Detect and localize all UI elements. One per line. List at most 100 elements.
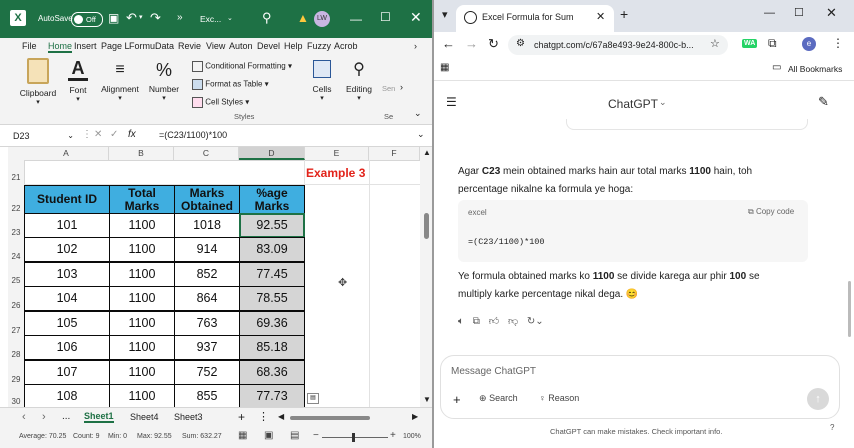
chrome-menu-icon[interactable]: ⋮ xyxy=(832,36,844,50)
all-bookmarks-folder-icon[interactable]: ▭ xyxy=(772,62,781,73)
percentage-cell[interactable]: 85.18 xyxy=(239,335,305,360)
browser-minimize-icon[interactable]: — xyxy=(764,7,775,19)
bookmark-star-icon[interactable]: ☆ xyxy=(710,37,720,50)
title-dropdown-icon[interactable]: ⌄ xyxy=(227,14,233,22)
add-sheet-icon[interactable]: + xyxy=(238,410,245,424)
message-input[interactable]: Message ChatGPT xyxy=(451,366,536,377)
sheet-tab[interactable]: Sheet4 xyxy=(130,412,159,422)
new-chat-icon[interactable]: ✎ xyxy=(818,94,829,110)
table-cell[interactable]: 763 xyxy=(174,311,240,336)
new-tab-icon[interactable]: + xyxy=(620,6,628,22)
row-header[interactable]: 28 xyxy=(8,350,24,359)
percentage-cell[interactable]: 69.36 xyxy=(239,311,305,336)
regenerate-icon[interactable]: ↻⌄ xyxy=(527,316,544,327)
minimize-icon[interactable]: — xyxy=(350,12,362,26)
scroll-up-icon[interactable]: ▲ xyxy=(423,148,431,157)
close-tab-icon[interactable]: ✕ xyxy=(596,10,605,23)
scroll-thumb[interactable] xyxy=(424,213,429,239)
column-header[interactable]: F xyxy=(369,147,420,160)
undo-dropdown-icon[interactable]: ▾ xyxy=(139,13,143,21)
table-cell[interactable]: 752 xyxy=(174,360,240,385)
table-cell[interactable]: 1100 xyxy=(109,384,175,408)
prev-sheet-icon[interactable]: ‹ xyxy=(22,411,26,423)
sensitivity-label[interactable]: Sen xyxy=(382,84,395,93)
tab-developer[interactable]: Devel xyxy=(257,41,280,51)
reason-button[interactable]: ♀ Reason xyxy=(539,393,579,403)
row-header[interactable]: 26 xyxy=(8,301,24,310)
header-marks-obtained[interactable]: Marks Obtained xyxy=(174,185,240,214)
page-layout-view-icon[interactable]: ▣ xyxy=(264,430,273,441)
browser-maximize-icon[interactable]: ☐ xyxy=(794,6,804,19)
save-icon[interactable]: ▣ xyxy=(108,11,119,25)
tab-help[interactable]: Help xyxy=(284,41,303,51)
row-header[interactable]: 24 xyxy=(8,252,24,261)
column-header[interactable]: B xyxy=(109,147,174,160)
table-cell[interactable]: 105 xyxy=(24,311,110,336)
redo-icon[interactable]: ↷ xyxy=(150,10,161,26)
table-cell[interactable]: 1100 xyxy=(109,213,175,238)
percentage-cell[interactable]: 92.55 xyxy=(239,213,305,238)
more-sheets-icon[interactable]: ... xyxy=(62,411,70,422)
whatsapp-extension-icon[interactable]: WA xyxy=(742,39,758,48)
file-title[interactable]: Exc... xyxy=(200,14,221,24)
tab-formulas[interactable]: Formu xyxy=(129,41,155,51)
all-bookmarks[interactable]: All Bookmarks xyxy=(788,64,842,74)
send-button[interactable]: ↑ xyxy=(807,388,829,410)
table-cell[interactable]: 104 xyxy=(24,286,110,311)
header-total-marks[interactable]: Total Marks xyxy=(109,185,175,214)
zoom-level[interactable]: 100% xyxy=(403,433,421,440)
attach-icon[interactable]: + xyxy=(453,392,461,407)
extensions-icon[interactable]: ⧉ xyxy=(768,36,777,51)
table-cell[interactable]: 1100 xyxy=(109,237,175,262)
row-header[interactable]: 23 xyxy=(8,228,24,237)
column-header[interactable]: E xyxy=(305,147,369,160)
worksheet-grid[interactable]: A B C D E F 21 22 23 24 25 26 27 28 29 3… xyxy=(0,147,434,408)
sheet-tab[interactable]: Sheet3 xyxy=(174,412,203,422)
header-percentage[interactable]: %age Marks xyxy=(239,185,305,214)
row-header[interactable]: 30 xyxy=(8,397,24,406)
table-cell[interactable]: 855 xyxy=(174,384,240,408)
close-icon[interactable]: ✕ xyxy=(410,9,422,26)
model-selector[interactable]: ChatGPT xyxy=(608,97,658,111)
cell-styles-button[interactable]: Cell Styles ▾ xyxy=(192,97,249,108)
cancel-formula-icon[interactable]: ✕ xyxy=(94,129,102,140)
model-dropdown-icon[interactable]: ⌄ xyxy=(659,97,667,108)
insert-function-icon[interactable]: fx xyxy=(128,129,136,140)
conditional-formatting-button[interactable]: Conditional Formatting ▾ xyxy=(192,61,292,72)
table-cell[interactable]: 1100 xyxy=(109,311,175,336)
zoom-slider-thumb[interactable] xyxy=(352,433,355,442)
table-cell[interactable]: 103 xyxy=(24,262,110,287)
next-sheet-icon[interactable]: › xyxy=(42,411,46,423)
confirm-formula-icon[interactable]: ✓ xyxy=(110,129,118,140)
table-cell[interactable]: 1100 xyxy=(109,360,175,385)
header-student-id[interactable]: Student ID xyxy=(24,185,110,214)
thumbs-up-icon[interactable]: 👍︎ xyxy=(489,316,499,327)
tab-home[interactable]: Home xyxy=(48,41,73,53)
expand-formula-bar-icon[interactable]: ⌄ xyxy=(417,129,425,140)
zoom-slider[interactable] xyxy=(322,433,388,442)
row-header[interactable]: 27 xyxy=(8,326,24,335)
profile-avatar[interactable]: e xyxy=(802,37,816,51)
quick-analysis-icon[interactable]: ▤ xyxy=(307,393,319,404)
hscroll-left-icon[interactable]: ◀ xyxy=(278,412,284,421)
alignment-button[interactable]: ≡ Alignment ▾ xyxy=(98,58,142,102)
tab-fuzzy[interactable]: Fuzzy xyxy=(307,41,331,51)
table-cell[interactable]: 1100 xyxy=(109,335,175,360)
column-header-selected[interactable]: D xyxy=(239,147,305,160)
select-all-corner[interactable] xyxy=(8,147,25,160)
horizontal-scroll-thumb[interactable] xyxy=(290,416,370,420)
browser-tab-active[interactable]: Excel Formula for Sum ✕ xyxy=(456,5,614,32)
reload-icon[interactable]: ↻ xyxy=(488,36,499,52)
table-cell[interactable]: 102 xyxy=(24,237,110,262)
search-button[interactable]: ⊕ Search xyxy=(479,393,518,404)
avatar[interactable]: LW xyxy=(314,11,330,27)
ribbon-collapse-icon[interactable]: ⌄ xyxy=(414,108,422,119)
page-scrollbar-thumb[interactable] xyxy=(848,281,851,337)
search-icon[interactable]: ⚲ xyxy=(262,10,272,26)
percentage-cell[interactable]: 83.09 xyxy=(239,237,305,262)
table-cell[interactable]: 937 xyxy=(174,335,240,360)
row-header[interactable]: 22 xyxy=(8,204,24,213)
apps-grid-icon[interactable]: ▦ xyxy=(440,62,449,73)
scroll-down-icon[interactable]: ▼ xyxy=(423,395,431,404)
thumbs-down-icon[interactable]: 👎︎ xyxy=(508,316,518,327)
